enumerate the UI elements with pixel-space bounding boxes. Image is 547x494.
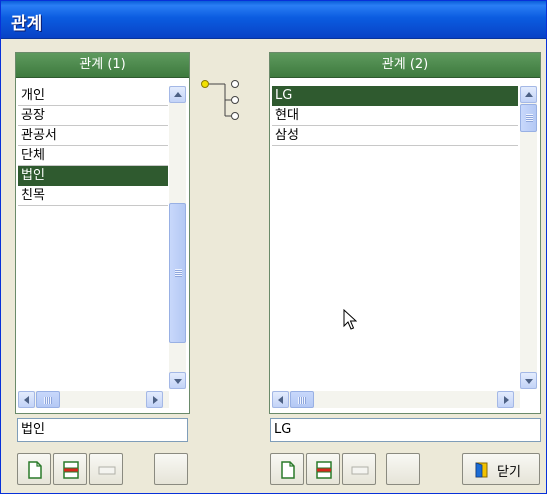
title-bar[interactable]: 관계 [1,1,546,39]
arrow-left-icon [23,395,29,404]
list-item[interactable]: 단체 [18,146,168,166]
list-item[interactable]: 삼성 [272,126,518,146]
door-exit-icon [475,462,488,478]
relation-2-new-button[interactable] [270,453,304,485]
arrow-right-icon [152,395,158,404]
arrow-left-icon [277,395,283,404]
relation-2-panel: 관계 (2) LG 현대 삼성 [269,52,541,414]
scroll-thumb[interactable] [290,391,314,408]
grip-icon [525,114,533,122]
relation-2-edit-button[interactable] [306,453,340,485]
scroll-thumb[interactable] [169,203,186,343]
arrow-up-icon [173,91,182,97]
relation-1-new-button[interactable] [17,453,51,485]
scroll-down-button[interactable] [169,372,186,389]
relation-2-field[interactable]: LG [270,418,541,442]
grip-icon [44,396,52,404]
relation-dialog: 관계 관계 (1) 개인 공장 관공서 단체 법인 친목 관계 (2) LG 현… [0,0,547,494]
delete-icon [351,466,369,475]
close-button-label: 닫기 [497,465,521,480]
scroll-left-button[interactable] [272,391,289,408]
relation-1-horizontal-scrollbar[interactable] [18,391,169,408]
scroll-down-button[interactable] [520,372,537,389]
new-document-icon [281,461,295,479]
relation-2-header: 관계 (2) [270,53,540,78]
relation-1-header: 관계 (1) [16,53,189,78]
window-title: 관계 [11,14,43,34]
scroll-up-button[interactable] [169,86,186,103]
relation-1-blank-button[interactable] [154,453,188,485]
new-document-icon [28,461,42,479]
arrow-up-icon [524,91,533,97]
list-item[interactable]: 개인 [18,86,168,106]
scroll-right-button[interactable] [497,391,514,408]
relation-2-blank-button[interactable] [386,453,420,485]
edit-rows-icon [63,461,79,479]
scroll-left-button[interactable] [18,391,35,408]
delete-icon [98,466,116,475]
grip-icon [298,396,306,404]
relation-2-vertical-scrollbar[interactable] [520,86,537,389]
scroll-right-button[interactable] [146,391,163,408]
list-item-selected[interactable]: 법인 [18,166,168,186]
arrow-down-icon [173,378,182,384]
relation-1-list[interactable]: 개인 공장 관공서 단체 법인 친목 [18,86,168,206]
relation-1-field[interactable]: 법인 [17,418,188,442]
mouse-pointer-icon [343,308,358,335]
relation-1-edit-button[interactable] [53,453,87,485]
relation-2-horizontal-scrollbar[interactable] [272,391,520,408]
edit-rows-icon [316,461,332,479]
arrow-down-icon [524,378,533,384]
list-item[interactable]: 관공서 [18,126,168,146]
relation-2-delete-button[interactable] [342,453,376,485]
grip-icon [174,269,182,277]
list-item[interactable]: 친목 [18,186,168,206]
scroll-thumb[interactable] [36,391,60,408]
scroll-up-button[interactable] [520,86,537,103]
relation-1-panel: 관계 (1) 개인 공장 관공서 단체 법인 친목 [15,52,190,414]
close-button[interactable]: 닫기 [462,453,540,485]
tree-connector-icon [199,76,247,126]
list-item[interactable]: 공장 [18,106,168,126]
relation-1-delete-button[interactable] [89,453,123,485]
relation-1-vertical-scrollbar[interactable] [169,86,186,389]
list-item[interactable]: 현대 [272,106,518,126]
arrow-right-icon [503,395,509,404]
list-item-selected[interactable]: LG [272,86,518,106]
relation-2-list[interactable]: LG 현대 삼성 [272,86,518,146]
scroll-thumb[interactable] [520,104,537,132]
